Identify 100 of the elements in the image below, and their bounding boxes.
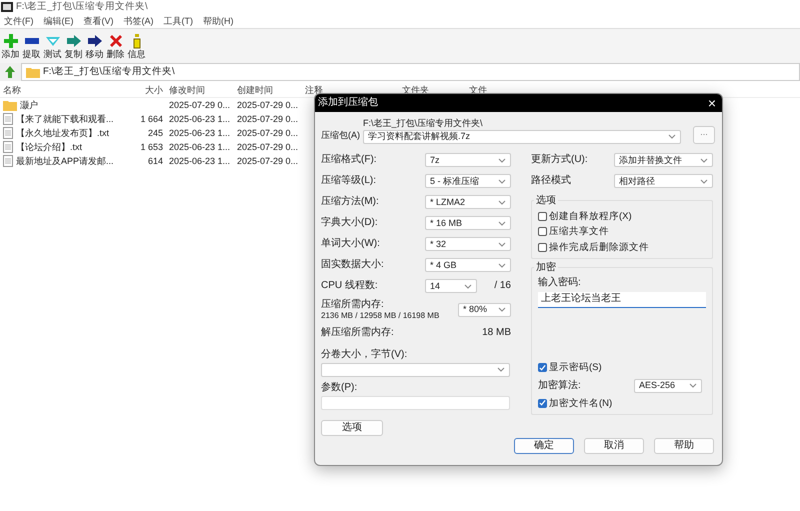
dropdown[interactable]: 5 - 标准压缩 [425,174,511,188]
caret-icon [498,200,506,205]
date-cell-text: 2025-06-23 1... [168,142,232,152]
dropdown[interactable]: * 16 MB [425,216,511,230]
checkbox-label: 操作完成后删除源文件 [549,242,649,253]
field-label: 压缩等级(L): [321,175,377,188]
dropdown[interactable]: 相对路径 [614,174,713,188]
arrow-icon [86,32,102,49]
dialog-button[interactable]: 帮助 [654,438,714,454]
cross-icon [108,32,124,49]
file-name[interactable]: 灏户 [20,100,38,110]
checkbox[interactable] [538,212,547,221]
toolbar-button[interactable]: 复制 [64,32,83,60]
thread-total: / 16 [494,280,511,292]
field-label: 压缩方法(M): [321,196,380,208]
file-name[interactable]: 【来了就能下载和观看... [16,114,114,124]
dialog-title: 添加到压缩包 [318,97,378,109]
field-label: 固实数据大小: [321,259,385,272]
toolbar-button[interactable]: 信息 [127,32,146,60]
checkbox[interactable] [538,242,547,252]
caret-icon [498,307,506,312]
caret-icon [498,220,506,226]
caret-icon [700,178,708,184]
dropdown[interactable]: * 80% [458,302,511,317]
options-button[interactable]: 选项 [321,420,383,436]
caret-icon [498,158,506,163]
checkbox-label: 创建自释放程序(X) [549,210,632,222]
caret-icon [498,242,506,247]
field-label: 路径模式 [531,175,572,188]
size-cell-text: 245 [146,128,164,138]
size-cell-text: 1 664 [139,114,164,124]
caret-icon [497,367,505,372]
menu-item[interactable]: 工具(T) [164,16,193,26]
up-arrow-icon[interactable] [3,65,17,79]
field-label: CPU 线程数: [321,280,379,292]
date-cell-text: 2025-07-29 0... [236,156,300,166]
folder-icon [3,100,17,110]
caret-icon [498,178,506,184]
checkbox-label: 压缩共享文件 [549,226,609,238]
checkbox-label: 加密文件名(N) [549,398,612,409]
folder-icon [26,66,40,78]
dropdown[interactable]: 14 [425,279,477,294]
checkbox[interactable] [538,398,547,408]
column-header[interactable]: 注释 [302,84,372,96]
date-cell-text: 2025-06-23 1... [168,156,232,166]
memory-usage: 2136 MB / 12958 MB / 16198 MB [321,311,440,321]
group-title: 选项 [534,194,558,207]
menu-item[interactable]: 文件(F) [4,16,34,26]
file-name[interactable]: 最新地址及APP请发邮... [16,156,114,166]
dialog-button[interactable]: 确定 [514,438,574,454]
menu-item[interactable]: 编辑(E) [44,16,74,26]
browse-button[interactable]: ... [693,126,715,144]
date-cell-text: 2025-07-29 0... [236,114,300,124]
toolbar-button[interactable]: 测试 [43,32,62,60]
toolbar-button[interactable]: 移动 [85,32,104,60]
window-title: F:\老王_打包\压缩专用文件夹\ [16,1,148,13]
memory-value: 18 MB [482,327,511,340]
date-cell-text: 2025-07-29 0... [236,142,300,152]
date-cell-text: 2025-07-29 0... [236,100,300,110]
parameters-field[interactable] [321,396,510,410]
toolbar-button[interactable]: 提取 [22,32,41,60]
dropdown[interactable]: * 4 GB [425,258,511,272]
checkbox[interactable] [538,363,547,372]
dropdown[interactable]: * 32 [425,237,511,252]
toolbar-button[interactable]: 添加 [1,32,20,60]
column-header[interactable]: 修改时间 [166,84,234,96]
arrow-icon [66,32,82,49]
toolbar-button[interactable]: 删除 [106,32,125,60]
column-header[interactable]: 名称 [0,84,128,96]
field-label: 压缩包(A) [321,130,359,142]
dialog-button[interactable]: 取消 [584,438,644,454]
caret-icon [464,284,472,289]
password-field[interactable]: 上老王论坛当老王 [538,292,706,308]
close-button[interactable]: × [708,94,716,112]
field-label: 更新方式(U): [531,154,589,166]
file-icon [3,113,13,125]
menu-item[interactable]: 查看(V) [84,16,114,26]
menu-item[interactable]: 书签(A) [124,16,154,26]
file-icon [3,155,13,167]
dropdown[interactable]: 添加并替换文件 [614,153,713,168]
caret-icon [498,262,506,268]
file-name[interactable]: 【论坛介绍】.txt [16,142,82,152]
menu-item[interactable]: 帮助(H) [203,16,234,26]
column-header[interactable]: 创建时间 [234,84,302,96]
file-icon [3,141,13,153]
file-name[interactable]: 【永久地址发布页】.txt [16,128,110,138]
dropdown[interactable]: * LZMA2 [425,195,511,210]
address-field[interactable]: F:\老王_打包\压缩专用文件夹\ [21,63,800,81]
size-cell-text: 614 [146,156,164,166]
dropdown[interactable]: 7z [425,153,511,168]
checkbox[interactable] [538,227,547,236]
field-label: 单词大小(W): [321,238,381,250]
archive-name-field[interactable]: 学习资料配套讲解视频.7z [363,130,681,144]
field-label: 输入密码: [538,276,582,289]
field-label: 分卷大小，字节(V): [321,348,408,361]
column-header[interactable]: 大小 [128,84,166,96]
caret-icon [689,383,697,388]
group-title: 加密 [534,262,558,274]
dropdown[interactable]: AES-256 [634,378,702,393]
field-label: 压缩格式(F): [321,154,378,166]
